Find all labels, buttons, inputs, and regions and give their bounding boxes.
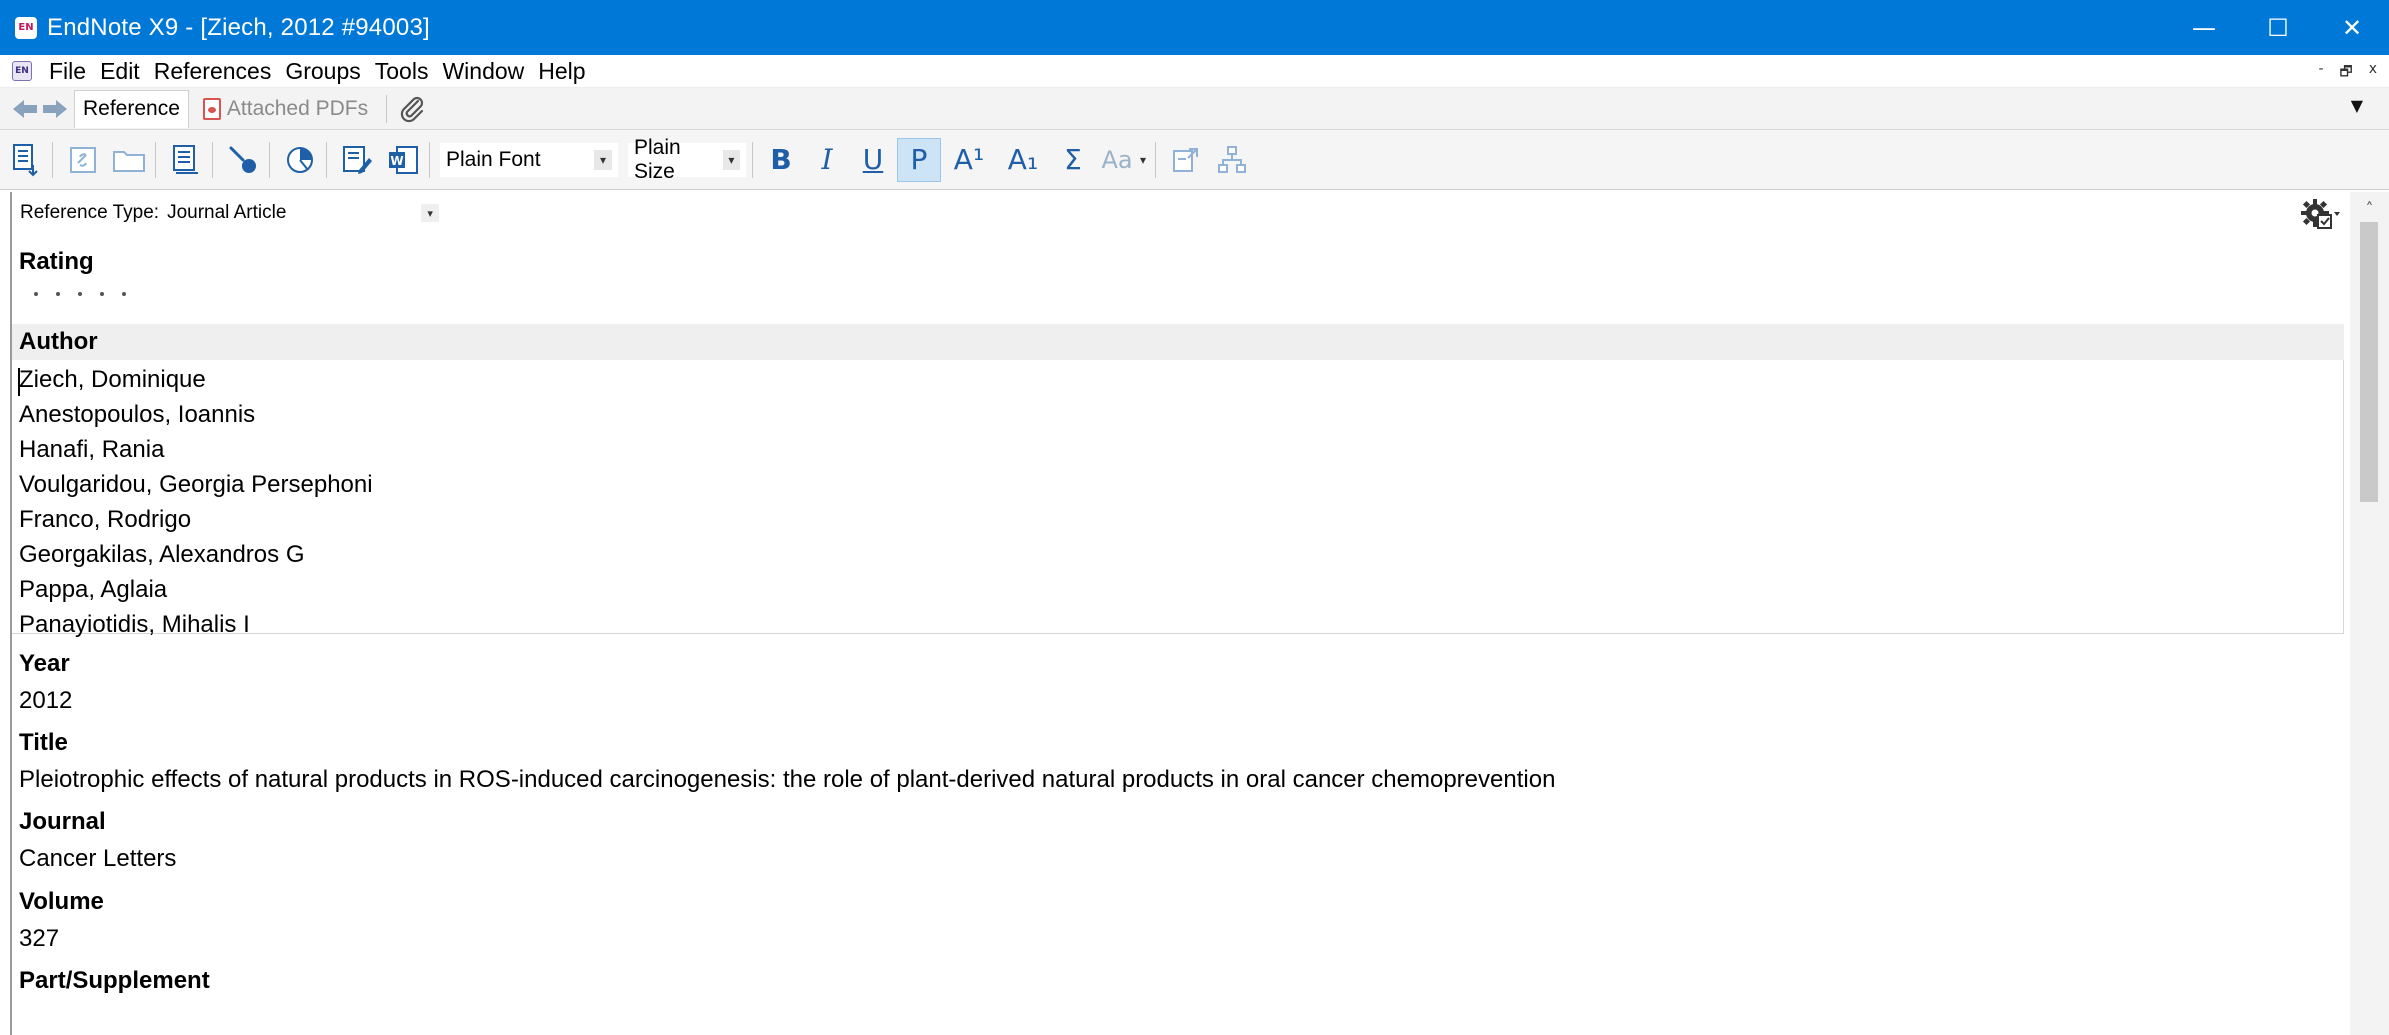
- chevron-down-icon: ▾: [421, 204, 440, 222]
- export-layout-icon[interactable]: [1166, 140, 1206, 180]
- author-entry[interactable]: Ziech, Dominique: [19, 366, 206, 394]
- minimize-button[interactable]: —: [2167, 0, 2241, 55]
- plain-text-button[interactable]: P: [897, 137, 941, 182]
- chevron-down-icon[interactable]: ▾: [1137, 150, 1149, 170]
- font-size-select[interactable]: Plain Size ▾: [628, 136, 746, 183]
- reference-type-select[interactable]: Journal Article ▾: [167, 202, 440, 224]
- author-field[interactable]: Author Ziech, Dominique Anestopoulos, Io…: [12, 324, 2344, 638]
- menu-tools[interactable]: Tools: [368, 58, 436, 85]
- menu-bar: EN File Edit References Groups Tools Win…: [0, 55, 2389, 88]
- insert-citation-icon[interactable]: [6, 140, 46, 180]
- pdf-icon: [202, 97, 221, 120]
- open-folder-icon[interactable]: [109, 140, 149, 180]
- settings-gear-button[interactable]: [2300, 198, 2340, 232]
- vertical-scrollbar[interactable]: ˄: [2350, 192, 2389, 1035]
- title-field[interactable]: Pleiotrophic effects of natural products…: [19, 766, 1555, 794]
- reference-type-row: Reference Type: Journal Article ▾: [20, 202, 440, 224]
- find-text-icon[interactable]: [223, 140, 263, 180]
- bold-button[interactable]: B: [759, 138, 803, 182]
- subscript-button[interactable]: A₁: [997, 138, 1049, 182]
- doc-restore-button[interactable]: 🗗: [2340, 61, 2353, 85]
- toolbar-separator: [52, 141, 53, 178]
- paperclip-icon[interactable]: [397, 94, 427, 124]
- word-document-icon[interactable]: W: [383, 140, 423, 180]
- author-label: Author: [19, 328, 98, 355]
- rating-star-1[interactable]: [34, 292, 38, 296]
- chevron-down-icon: ▾: [722, 149, 740, 170]
- menu-file[interactable]: File: [42, 58, 93, 85]
- edit-reference-icon[interactable]: [166, 140, 206, 180]
- rating-stars[interactable]: [34, 292, 126, 296]
- formatting-toolbar: W Plain Font ▾ Plain Size ▾ B I U P A¹ A…: [0, 130, 2389, 190]
- menu-groups[interactable]: Groups: [278, 58, 367, 85]
- year-field[interactable]: 2012: [19, 687, 72, 715]
- scroll-thumb[interactable]: [2360, 222, 2378, 502]
- back-arrow-icon[interactable]: [12, 96, 38, 122]
- gear-icon: [2301, 199, 2340, 229]
- toolbar-separator: [1155, 141, 1156, 178]
- author-field-highlight: [12, 324, 2344, 360]
- author-entry[interactable]: Pappa, Aglaia: [19, 576, 167, 604]
- title-label: Title: [19, 729, 68, 756]
- rating-label: Rating: [19, 248, 94, 275]
- document-menu-icon[interactable]: EN: [12, 61, 32, 81]
- superscript-button[interactable]: A¹: [943, 138, 995, 182]
- toolbar-separator: [752, 141, 753, 178]
- part-supplement-label: Part/Supplement: [19, 967, 210, 994]
- toolbar-separator: [155, 141, 156, 178]
- menu-help[interactable]: Help: [531, 58, 592, 85]
- reference-tabs-bar: Reference Attached PDFs ▼: [0, 88, 2389, 130]
- edit-notes-icon[interactable]: [337, 140, 377, 180]
- toolbar-separator: [429, 141, 430, 178]
- menu-window[interactable]: Window: [435, 58, 531, 85]
- rating-star-4[interactable]: [100, 292, 104, 296]
- reference-type-label: Reference Type:: [20, 202, 160, 223]
- volume-label: Volume: [19, 888, 104, 915]
- forward-arrow-icon[interactable]: [42, 96, 68, 122]
- endnote-app-icon: EN: [15, 16, 37, 39]
- font-select[interactable]: Plain Font ▾: [440, 142, 618, 177]
- toolbar-separator: [269, 141, 270, 178]
- rating-star-3[interactable]: [78, 292, 82, 296]
- toolbar-separator: [212, 141, 213, 178]
- author-entry[interactable]: Voulgaridou, Georgia Persephoni: [19, 471, 373, 499]
- scroll-up-arrow-icon[interactable]: ˄: [2350, 194, 2389, 222]
- change-case-button[interactable]: Aa: [1097, 138, 1137, 182]
- svg-text:W: W: [390, 154, 403, 168]
- reference-editor: Reference Type: Journal Article ▾ Rating…: [10, 192, 2350, 1035]
- window-title: EndNote X9 - [Ziech, 2012 #94003]: [47, 13, 430, 41]
- menu-edit[interactable]: Edit: [93, 58, 147, 85]
- symbol-button[interactable]: Σ: [1051, 138, 1095, 182]
- close-button[interactable]: ✕: [2315, 0, 2389, 55]
- author-entry[interactable]: Franco, Rodrigo: [19, 506, 191, 534]
- chevron-down-icon: ▾: [594, 149, 612, 170]
- rating-star-5[interactable]: [122, 292, 126, 296]
- maximize-button[interactable]: ☐: [2241, 0, 2315, 55]
- online-search-icon[interactable]: [280, 140, 320, 180]
- author-entry[interactable]: Panayiotidis, Mihalis I: [19, 611, 250, 639]
- rating-star-2[interactable]: [56, 292, 60, 296]
- title-bar: EN EndNote X9 - [Ziech, 2012 #94003] — ☐…: [0, 0, 2389, 55]
- underline-button[interactable]: U: [851, 138, 895, 182]
- tabs-dropdown-icon[interactable]: ▼: [2351, 96, 2363, 115]
- hierarchy-icon[interactable]: [1212, 140, 1252, 180]
- journal-field[interactable]: Cancer Letters: [19, 845, 176, 873]
- author-entry[interactable]: Hanafi, Rania: [19, 436, 164, 464]
- tab-separator: [386, 94, 388, 123]
- journal-label: Journal: [19, 808, 106, 835]
- author-entry[interactable]: Georgakilas, Alexandros G: [19, 541, 304, 569]
- author-entry[interactable]: Anestopoulos, Ioannis: [19, 401, 255, 429]
- doc-close-button[interactable]: x: [2369, 61, 2377, 85]
- italic-button[interactable]: I: [805, 138, 849, 182]
- tab-attached-pdfs[interactable]: Attached PDFs: [195, 90, 376, 128]
- menu-references[interactable]: References: [147, 58, 279, 85]
- doc-minimize-button[interactable]: -: [2318, 61, 2323, 85]
- volume-field[interactable]: 327: [19, 925, 59, 953]
- open-link-icon[interactable]: [63, 140, 103, 180]
- tab-reference[interactable]: Reference: [74, 89, 189, 128]
- year-label: Year: [19, 650, 70, 677]
- toolbar-separator: [326, 141, 327, 178]
